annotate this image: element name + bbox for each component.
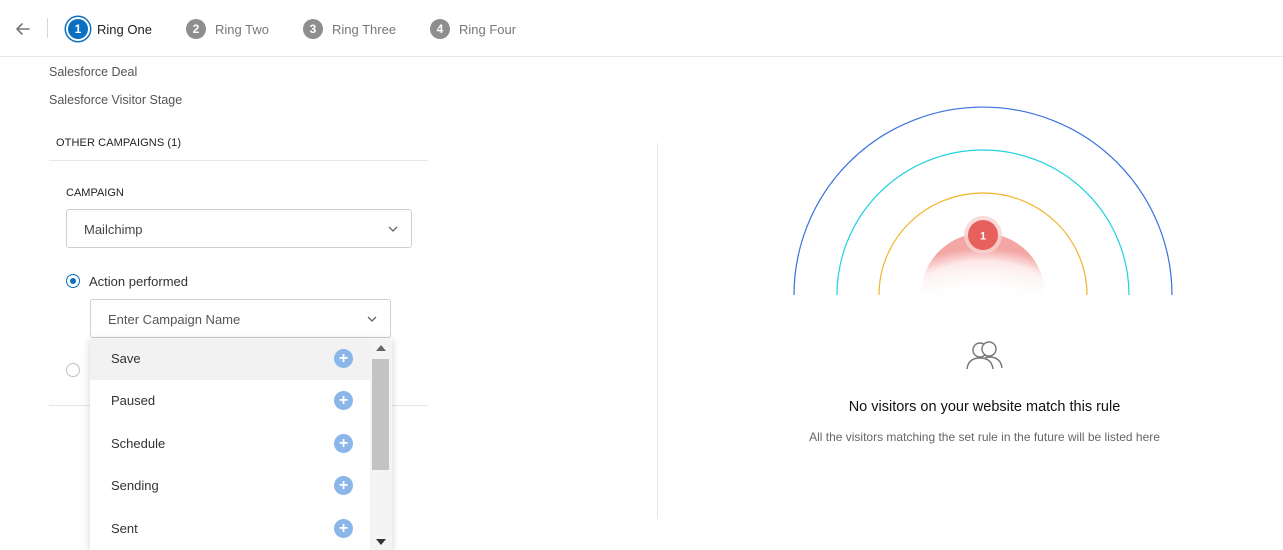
step-ring-four[interactable]: 4 Ring Four <box>430 17 516 41</box>
campaign-action-dropdown: Save + Paused + Schedule + Sending + Sen… <box>90 338 392 550</box>
divider <box>47 18 48 38</box>
dropdown-option-save[interactable]: Save + <box>90 338 370 380</box>
chevron-down-icon <box>388 226 398 232</box>
campaign-name-select[interactable]: Enter Campaign Name <box>90 299 391 338</box>
plus-icon[interactable]: + <box>334 391 353 410</box>
empty-state-subtitle: All the visitors matching the set rule i… <box>809 430 1160 444</box>
rings-visualization: 1 <box>793 106 1173 296</box>
dropdown-option-schedule[interactable]: Schedule + <box>90 423 370 465</box>
option-label: Schedule <box>111 436 166 451</box>
list-item-salesforce-visitor-stage[interactable]: Salesforce Visitor Stage <box>49 93 182 107</box>
option-label: Sent <box>111 521 138 536</box>
step-number: 4 <box>430 19 450 39</box>
option-label: Sending <box>111 478 159 493</box>
step-number: 1 <box>68 19 88 39</box>
scrollbar-thumb[interactable] <box>372 359 389 470</box>
action-performed-radio[interactable] <box>66 274 80 288</box>
divider <box>49 160 428 161</box>
plus-icon[interactable]: + <box>334 519 353 538</box>
scroll-up-icon[interactable] <box>376 345 386 351</box>
plus-icon[interactable]: + <box>334 434 353 453</box>
step-ring-three[interactable]: 3 Ring Three <box>303 17 396 41</box>
step-ring-one[interactable]: 1 Ring One <box>68 17 152 41</box>
dropdown-scrollbar[interactable] <box>370 338 392 550</box>
alternate-option-radio[interactable] <box>66 363 80 377</box>
campaign-label: CAMPAIGN <box>66 187 124 199</box>
ring-marker-label: 1 <box>980 231 986 243</box>
campaign-select[interactable]: Mailchimp <box>66 209 412 248</box>
empty-state-title: No visitors on your website match this r… <box>848 399 1121 415</box>
option-label: Paused <box>111 393 156 408</box>
people-icon <box>966 341 1003 370</box>
campaign-name-placeholder: Enter Campaign Name <box>108 312 241 327</box>
step-label: Ring Three <box>332 21 397 37</box>
step-ring-two[interactable]: 2 Ring Two <box>186 17 269 41</box>
option-label: Save <box>111 351 141 366</box>
step-navigation-bar: 1 Ring One 2 Ring Two 3 Ring Three 4 Rin… <box>0 0 1283 57</box>
plus-icon[interactable]: + <box>334 476 353 495</box>
step-label: Ring One <box>97 21 152 37</box>
scroll-down-icon[interactable] <box>376 539 386 545</box>
chevron-down-icon <box>367 316 377 322</box>
campaign-select-value: Mailchimp <box>84 222 143 237</box>
step-label: Ring Two <box>215 21 269 37</box>
dropdown-option-sending[interactable]: Sending + <box>90 465 370 507</box>
section-title[interactable]: OTHER CAMPAIGNS (1) <box>56 137 181 149</box>
dropdown-option-sent[interactable]: Sent + <box>90 508 370 550</box>
panel-divider <box>657 143 658 519</box>
step-label: Ring Four <box>459 21 517 37</box>
action-performed-label[interactable]: Action performed <box>89 274 188 289</box>
list-item-salesforce-deal[interactable]: Salesforce Deal <box>49 65 137 79</box>
dropdown-option-paused[interactable]: Paused + <box>90 380 370 422</box>
arrow-left-icon[interactable] <box>12 18 34 40</box>
plus-icon[interactable]: + <box>334 349 353 368</box>
step-number: 2 <box>186 19 206 39</box>
step-number: 3 <box>303 19 323 39</box>
